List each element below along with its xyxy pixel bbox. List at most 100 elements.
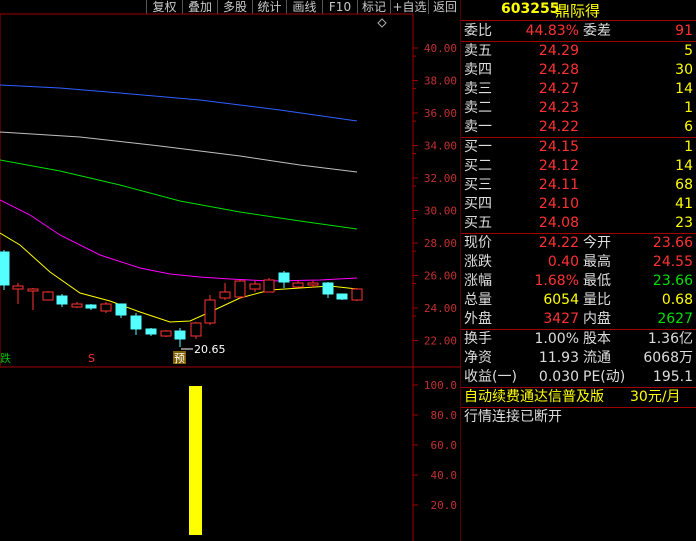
stat-value: 6054 [543,292,579,308]
ask-price: 24.22 [538,119,579,135]
stat-label: 最高 [583,254,611,270]
bid-volume: 41 [675,196,693,212]
ad-price: 30元/月 [630,389,681,405]
stat-value: 24.22 [538,235,579,251]
stat-label: 总量 [464,292,492,308]
event-marker-2: 预 [174,352,185,365]
fin-row-2: 收益(一) 0.030 PE(动) 195.1 [461,368,696,387]
moving-average-line-0 [0,84,358,122]
stock-code: 603255 [501,1,560,17]
candle-body-3 [42,291,54,301]
candle-body-8 [115,303,127,316]
bid-price: 24.10 [538,196,579,212]
candle-body-1 [12,285,24,290]
ask-volume: 30 [675,62,693,78]
bid-label: 买四 [464,196,492,212]
candle-body-16 [234,280,246,298]
ask-volume: 6 [684,119,693,135]
bid-row-0: 买一 24.15 1 [461,138,696,157]
stat-row-0: 现价 24.22 今开 23.66 [461,234,696,253]
fin-row-1: 净资 11.93 流通 6068万 [461,349,696,368]
candle-body-15 [219,291,231,299]
stat-value: 2627 [657,311,693,327]
bid-label: 买一 [464,139,492,155]
fin-value: 1.00% [534,331,579,347]
candle-body-5 [71,303,83,308]
candle-body-19 [278,272,290,283]
bid-price: 24.08 [538,215,579,231]
price-axis-label: 36.00 [424,107,457,120]
kline-chart[interactable]: 40.00 38.00 36.00 34.00 32.00 30.00 28.00 26.00… [0,0,461,541]
moving-average-line-1 [0,131,358,173]
ask-row-0: 卖五 24.29 5 [461,42,696,61]
bid-volume: 14 [675,158,693,174]
stat-value: 1.68% [534,273,579,289]
bid-row-1: 买二 24.12 14 [461,157,696,176]
moving-average-line-4 [0,232,358,323]
ask-price: 24.23 [538,100,579,116]
panel-separator [461,233,696,234]
stat-row-4: 外盘 3427 内盘 2627 [461,310,696,329]
ask-price: 24.29 [538,43,579,59]
stat-label: 涨跌 [464,254,492,270]
bid-volume: 68 [675,177,693,193]
stat-label: 今开 [583,235,611,251]
low-marker-label: 20.65 [194,343,226,356]
ask-row-4: 卖一 24.22 6 [461,118,696,137]
panel-separator [461,41,696,42]
volume-bar [189,386,202,535]
price-axis-label: 24.00 [424,302,457,315]
bid-volume: 23 [675,215,693,231]
volume-axis-label: 80.0 [431,409,458,422]
ad-row: 自动续费通达信普及版 30元/月 [461,388,696,407]
candle-body-20 [292,282,304,288]
stat-label: 最低 [583,273,611,289]
connection-status: 行情连接已断开 [464,409,562,425]
candle-body-7 [100,303,112,312]
weicha-value: 91 [675,23,693,39]
fin-label: 净资 [464,350,492,366]
status-row: 行情连接已断开 [461,408,696,427]
stat-value: 24.55 [652,254,693,270]
bid-volume: 1 [684,139,693,155]
fin-value: 11.93 [538,350,579,366]
price-axis-label: 38.00 [424,75,457,88]
ask-volume: 14 [675,81,693,97]
panel-separator [461,387,696,388]
candle-body-24 [351,288,363,301]
stat-label: 外盘 [464,311,492,327]
bid-row-3: 买四 24.10 41 [461,195,696,214]
stat-label: 内盘 [583,311,611,327]
fin-value: 1.36亿 [647,331,693,347]
stock-header: 603255 鼎际得 [461,0,696,20]
bid-price: 24.12 [538,158,579,174]
diamond-icon[interactable] [377,18,387,28]
stat-value: 0.40 [547,254,579,270]
fin-label: PE(动) [583,369,626,385]
stock-name: 鼎际得 [555,2,601,20]
stat-value: 23.66 [652,273,693,289]
price-axis-label: 30.00 [424,205,457,218]
ask-label: 卖二 [464,100,492,116]
volume-axis-label: 60.0 [431,439,458,452]
stat-value: 23.66 [652,235,693,251]
volume-axis-label: 100.0 [424,379,457,392]
weicha-label: 委差 [583,23,611,39]
price-axis-label: 32.00 [424,172,457,185]
candle-body-4 [56,295,68,305]
ask-price: 24.28 [538,62,579,78]
price-axis-label: 26.00 [424,270,457,283]
volume-axis-label: 20.0 [431,499,458,512]
fin-value: 0.030 [538,369,579,385]
candle-body-6 [85,304,97,309]
candle-body-21 [307,282,319,286]
ask-label: 卖一 [464,119,492,135]
moving-average-line-3 [0,199,358,282]
stat-row-1: 涨跌 0.40 最高 24.55 [461,253,696,272]
candle-body-22 [322,282,334,295]
fin-label: 股本 [583,331,611,347]
candle-body-13 [190,322,202,337]
fin-label: 流通 [583,350,611,366]
bid-label: 买三 [464,177,492,193]
candle-body-10 [145,328,157,335]
